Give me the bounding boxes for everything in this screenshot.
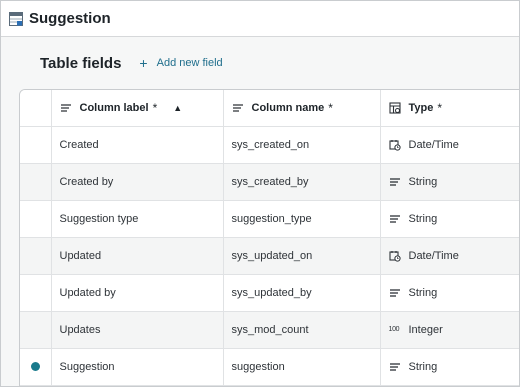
table-row[interactable]: Suggestion suggestion String <box>20 348 519 386</box>
cell-column-name[interactable]: sys_updated_by <box>223 274 381 312</box>
cell-column-label[interactable]: Suggestion type <box>51 200 224 238</box>
add-new-field-button[interactable]: + Add new field <box>139 56 222 70</box>
column-label-text: Column label <box>79 101 149 114</box>
text-lines-icon <box>389 288 400 297</box>
integer-icon: 100 <box>388 326 400 333</box>
cell-column-label[interactable]: Created <box>51 126 224 164</box>
column-name-value: sys_updated_on <box>231 249 313 262</box>
window-title: Suggestion <box>29 10 111 27</box>
text-lines-icon <box>389 362 400 371</box>
table-row[interactable]: Updated sys_updated_on Date/Time <box>20 237 519 275</box>
sort-ascending-icon[interactable]: ▲ <box>173 103 182 113</box>
type-value: String <box>408 286 438 299</box>
cell-column-name[interactable]: suggestion_type <box>223 200 381 238</box>
cell-type[interactable]: 100 Integer <box>380 311 519 349</box>
column-name-value: sys_created_by <box>231 175 309 188</box>
app-window: Suggestion Table fields + Add new field <box>0 0 520 387</box>
cell-type[interactable]: String <box>380 348 519 386</box>
required-asterisk: * <box>437 100 443 115</box>
row-marker-cell <box>20 311 52 349</box>
section-heading: Table fields <box>40 54 122 72</box>
table-header-row: Column label * ▲ Column name * Type * <box>20 90 519 127</box>
table-row[interactable]: Created sys_created_on Date/Time <box>20 126 519 164</box>
column-header-name[interactable]: Column name * <box>223 90 381 127</box>
type-value: String <box>408 175 438 188</box>
cell-column-name[interactable]: sys_updated_on <box>223 237 381 275</box>
header-spacer <box>20 90 52 127</box>
type-value: Date/Time <box>408 138 459 151</box>
type-value: String <box>408 360 438 373</box>
cell-type[interactable]: String <box>380 200 519 238</box>
required-asterisk: * <box>328 100 333 115</box>
column-type-text: Type <box>408 101 434 114</box>
calendar-clock-icon <box>388 139 401 151</box>
cell-column-name[interactable]: sys_created_by <box>223 163 381 201</box>
column-header-label[interactable]: Column label * ▲ <box>51 90 224 127</box>
type-value: Date/Time <box>408 249 459 262</box>
display-value-dot-icon <box>30 362 40 371</box>
cell-column-name[interactable]: suggestion <box>223 348 381 386</box>
table-icon <box>9 11 23 26</box>
plus-icon: + <box>139 55 148 71</box>
type-value: String <box>408 212 438 225</box>
column-label-value: Updated by <box>59 286 116 299</box>
cell-column-label[interactable]: Updates <box>51 311 224 349</box>
cell-type[interactable]: String <box>380 274 519 312</box>
cell-column-label[interactable]: Updated <box>51 237 224 275</box>
column-name-value: suggestion <box>231 360 285 373</box>
cell-type[interactable]: Date/Time <box>380 237 519 275</box>
column-label-value: Suggestion type <box>59 212 139 225</box>
text-lines-icon <box>232 104 243 112</box>
column-label-value: Created <box>59 138 99 151</box>
column-name-value: sys_updated_by <box>231 286 312 299</box>
column-header-type[interactable]: Type * <box>380 90 519 127</box>
add-new-field-label: Add new field <box>156 57 223 69</box>
column-name-value: suggestion_type <box>231 212 312 225</box>
cell-column-label[interactable]: Created by <box>51 163 224 201</box>
text-lines-icon <box>389 177 400 186</box>
column-name-text: Column name <box>251 101 325 114</box>
row-marker-cell <box>20 163 52 201</box>
column-name-value: sys_mod_count <box>231 323 309 336</box>
type-value: Integer <box>408 323 443 336</box>
column-name-value: sys_created_on <box>231 138 310 151</box>
column-label-value: Updates <box>59 323 101 336</box>
column-label-value: Suggestion <box>59 360 115 373</box>
calendar-clock-icon <box>388 250 401 262</box>
cell-type[interactable]: String <box>380 163 519 201</box>
row-marker-cell <box>20 237 52 275</box>
cell-type[interactable]: Date/Time <box>380 126 519 164</box>
section-header: Table fields + Add new field <box>1 37 519 89</box>
text-lines-icon <box>60 104 71 112</box>
row-marker-cell <box>20 348 52 386</box>
table-row[interactable]: Updates sys_mod_count 100 Integer <box>20 311 519 349</box>
required-asterisk: * <box>152 100 158 115</box>
row-marker-cell <box>20 200 52 238</box>
cell-column-label[interactable]: Suggestion <box>51 348 224 386</box>
cell-column-name[interactable]: sys_created_on <box>223 126 381 164</box>
table-body: Created sys_created_on Date/Time Created by… <box>20 126 519 386</box>
fields-table: Column label * ▲ Column name * Type * Cr… <box>19 89 519 386</box>
table-row[interactable]: Updated by sys_updated_by String <box>20 274 519 312</box>
type-grid-icon <box>388 102 401 114</box>
cell-column-label[interactable]: Updated by <box>51 274 224 312</box>
title-bar: Suggestion <box>1 1 519 37</box>
table-row[interactable]: Suggestion type suggestion_type String <box>20 200 519 238</box>
row-marker-cell <box>20 274 52 312</box>
column-label-value: Updated <box>59 249 102 262</box>
cell-column-name[interactable]: sys_mod_count <box>223 311 381 349</box>
row-marker-cell <box>20 126 52 164</box>
column-label-value: Created by <box>59 175 114 188</box>
table-row[interactable]: Created by sys_created_by String <box>20 163 519 201</box>
text-lines-icon <box>389 214 400 223</box>
